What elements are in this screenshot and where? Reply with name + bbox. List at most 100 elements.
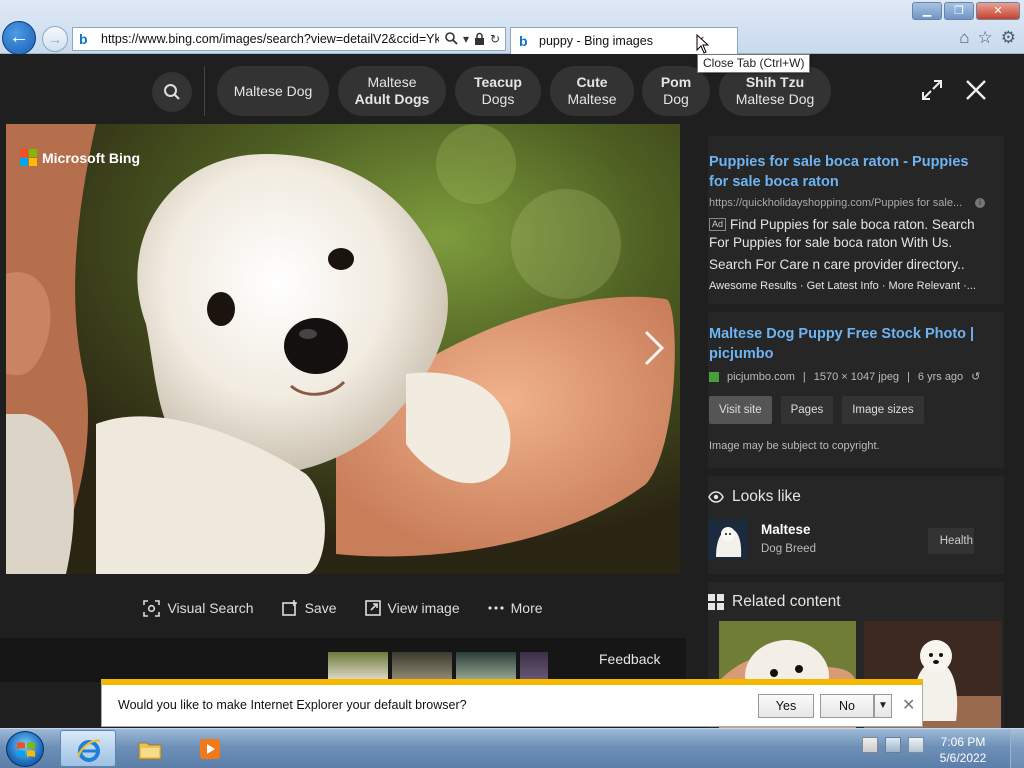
- chip-maltese-dog[interactable]: Maltese Dog: [217, 66, 329, 116]
- chip-cute-maltese[interactable]: Cute Maltese: [550, 66, 634, 116]
- search-icon: [164, 84, 180, 100]
- internet-explorer-icon: [76, 739, 101, 762]
- chip-pom-dog[interactable]: Pom Dog: [642, 66, 710, 116]
- home-icon[interactable]: ⌂: [959, 28, 969, 48]
- restore-button[interactable]: ❐: [944, 2, 974, 20]
- result-buttons: Visit site Pages Image sizes: [709, 396, 924, 424]
- chip-line2: Maltese: [567, 91, 617, 107]
- view-image-button[interactable]: View image: [364, 600, 460, 616]
- ad-sitelinks[interactable]: Awesome Results · Get Latest Info · More…: [709, 280, 989, 292]
- window-controls: ▁ ❐ ✕: [912, 2, 1020, 20]
- history-icon: ↺: [971, 371, 981, 383]
- close-icon[interactable]: [964, 78, 988, 102]
- maltese-name[interactable]: Maltese: [761, 522, 811, 537]
- main-image[interactable]: Microsoft Bing: [6, 124, 680, 574]
- gear-icon[interactable]: ⚙: [1001, 28, 1016, 48]
- microsoft-bing-watermark: Microsoft Bing: [20, 149, 140, 166]
- related-content-heading: Related content: [708, 593, 841, 611]
- star-icon[interactable]: ☆: [978, 28, 993, 48]
- address-url[interactable]: https://www.bing.com/images/search?view=…: [101, 32, 439, 46]
- feedback-link[interactable]: Feedback: [599, 651, 660, 667]
- result-meta: picjumbo.com | 1570 × 1047 jpeg | 6 yrs …: [709, 370, 980, 383]
- lock-icon[interactable]: [474, 32, 485, 45]
- meta-separator: |: [907, 370, 910, 383]
- health-button[interactable]: Health: [928, 528, 974, 554]
- chip-line1: Shih Tzu: [745, 74, 805, 90]
- next-image-arrow-icon[interactable]: [638, 328, 668, 368]
- visit-site-button[interactable]: Visit site: [709, 396, 772, 424]
- taskbar-file-explorer[interactable]: [122, 730, 178, 767]
- expand-icon[interactable]: [920, 78, 944, 102]
- image-actions: Visual Search Save View image More: [0, 586, 686, 630]
- divider: [204, 66, 205, 116]
- visual-search-button[interactable]: Visual Search: [143, 599, 254, 617]
- address-bar[interactable]: b https://www.bing.com/images/search?vie…: [72, 27, 506, 51]
- save-button[interactable]: Save: [281, 600, 337, 616]
- screen: ▁ ❐ ✕ ← → b https://www.bing.com/images/…: [0, 0, 1024, 768]
- action-label: More: [510, 600, 543, 616]
- result-site[interactable]: picjumbo.com: [727, 371, 795, 383]
- taskbar: 7:06 PM 5/6/2022: [0, 728, 1024, 768]
- thumbnail[interactable]: [392, 652, 452, 682]
- forward-button[interactable]: →: [42, 26, 68, 52]
- related-searches-bar: Maltese Dog Maltese Adult Dogs Teacup Do…: [0, 54, 1024, 124]
- search-icon[interactable]: [445, 32, 458, 45]
- window-close-button[interactable]: ✕: [976, 2, 1020, 20]
- maltese-thumbnail[interactable]: [708, 519, 748, 559]
- chip-line2: Maltese Dog: [735, 91, 815, 107]
- thumbnail[interactable]: [328, 652, 388, 682]
- watermark-text: Microsoft Bing: [42, 149, 140, 166]
- action-label: Visual Search: [167, 600, 254, 616]
- yes-button[interactable]: Yes: [758, 694, 814, 718]
- taskbar-media-player[interactable]: [182, 730, 238, 767]
- ad-badge: Ad: [709, 218, 727, 231]
- no-options-dropdown[interactable]: ▼: [874, 694, 892, 718]
- thumbnail[interactable]: [520, 652, 548, 682]
- clock-time: 7:06 PM: [940, 735, 986, 749]
- save-icon: [281, 600, 297, 616]
- result-title-link[interactable]: Maltese Dog Puppy Free Stock Photo | pic…: [709, 324, 989, 364]
- volume-icon[interactable]: [908, 737, 924, 753]
- ad-description-2: Search For Care n care provider director…: [709, 257, 965, 272]
- notification-close-icon[interactable]: ✕: [902, 697, 915, 715]
- network-icon[interactable]: [885, 737, 901, 753]
- chip-line1: Cute: [576, 74, 608, 90]
- ad-title-link[interactable]: Puppies for sale boca raton - Puppies fo…: [709, 152, 989, 192]
- chip-line1: Maltese Dog: [233, 82, 313, 99]
- minimize-button[interactable]: ▁: [912, 2, 942, 20]
- address-tools: ▾ ↻: [445, 32, 500, 46]
- microsoft-logo-icon: [20, 149, 37, 166]
- action-center-flag-icon[interactable]: [862, 737, 878, 753]
- bing-favicon-icon: b: [519, 33, 528, 49]
- back-button[interactable]: ←: [2, 21, 36, 55]
- chrome-toolbar-icons: ⌂ ☆ ⚙: [959, 28, 1016, 48]
- more-button[interactable]: More: [488, 600, 543, 616]
- view-image-icon: [364, 600, 381, 616]
- clock[interactable]: 7:06 PM 5/6/2022: [932, 734, 994, 766]
- search-button[interactable]: [152, 72, 192, 112]
- chip-line1: Pom: [660, 74, 692, 90]
- looks-like-label: Looks like: [732, 488, 801, 505]
- close-tab-tooltip: Close Tab (Ctrl+W): [697, 54, 811, 73]
- maltese-subtitle: Dog Breed: [761, 543, 816, 555]
- maltese-image: [708, 519, 748, 559]
- folder-icon: [138, 742, 162, 760]
- chip-teacup-dogs[interactable]: Teacup Dogs: [455, 66, 541, 116]
- chip-shih-tzu-maltese-dog[interactable]: Shih Tzu Maltese Dog: [719, 66, 831, 116]
- start-button[interactable]: [6, 731, 44, 767]
- action-label: View image: [387, 600, 460, 616]
- details-panel: Puppies for sale boca raton - Puppies fo…: [698, 124, 1014, 728]
- chip-maltese-adult-dogs[interactable]: Maltese Adult Dogs: [338, 66, 446, 116]
- chip-line2: Dog: [663, 91, 689, 107]
- image-sizes-button[interactable]: Image sizes: [842, 396, 924, 424]
- show-desktop-button[interactable]: [1010, 729, 1024, 768]
- info-icon[interactable]: i: [975, 198, 985, 208]
- taskbar-internet-explorer[interactable]: [60, 730, 116, 767]
- thumbnail[interactable]: [456, 652, 516, 682]
- ad-description: Ad Find Puppies for sale boca raton. Sear…: [709, 216, 989, 252]
- no-button[interactable]: No: [820, 694, 874, 718]
- dropdown-arrow-icon[interactable]: ▾: [463, 32, 469, 46]
- refresh-icon[interactable]: ↻: [490, 32, 500, 46]
- pages-button[interactable]: Pages: [780, 396, 834, 424]
- chip-line1: Maltese: [367, 74, 417, 90]
